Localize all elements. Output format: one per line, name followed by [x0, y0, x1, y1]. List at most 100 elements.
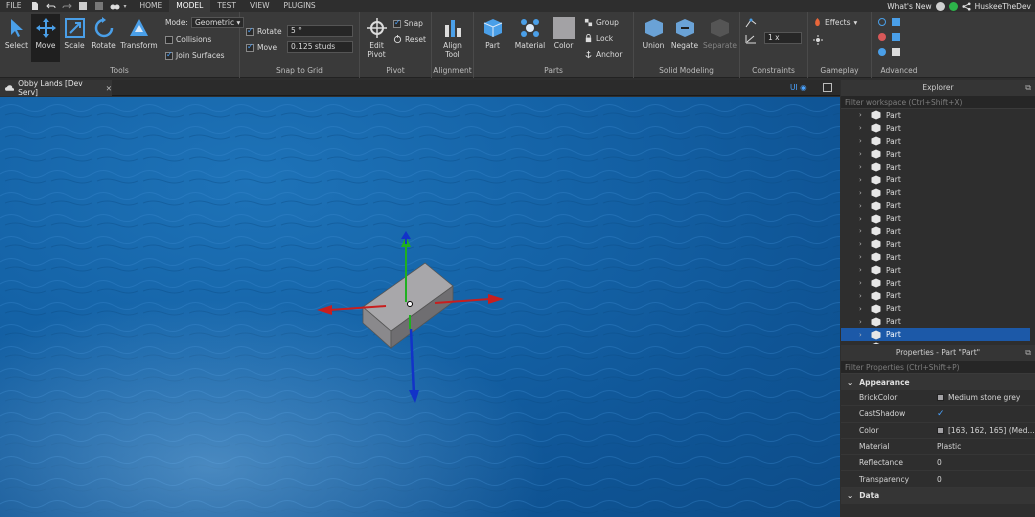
expand-chevron-icon[interactable]: › [859, 163, 867, 171]
rotate-snap-input[interactable]: 5 ° [287, 25, 353, 37]
adv-tool-icon-2[interactable] [892, 18, 900, 26]
rotate-snap-checkbox[interactable] [246, 26, 254, 36]
maximize-viewport-icon[interactable] [823, 83, 832, 92]
effects-button[interactable]: Effects ▾ [813, 18, 857, 27]
expand-chevron-icon[interactable]: › [859, 227, 867, 235]
explorer-item[interactable]: › Part [841, 173, 1035, 186]
close-tab-icon[interactable]: ✕ [106, 84, 112, 93]
expand-chevron-icon[interactable]: › [859, 176, 867, 184]
data-category[interactable]: ⌄ Data [841, 487, 1035, 504]
property-value[interactable]: Medium stone grey [937, 393, 1035, 402]
property-value[interactable]: ✓ [937, 409, 1035, 419]
checkmark-icon[interactable]: ✓ [937, 409, 945, 419]
transform-button[interactable]: Transform [120, 14, 158, 62]
property-row-brickcolor[interactable]: BrickColor Medium stone grey [841, 390, 1035, 407]
expand-chevron-icon[interactable]: › [859, 253, 867, 261]
help-icon[interactable] [935, 1, 945, 11]
explorer-item[interactable]: › Part [841, 122, 1035, 135]
group-button[interactable]: Group [584, 18, 619, 27]
property-row-material[interactable]: Material Plastic [841, 439, 1035, 456]
whats-new-link[interactable]: What's New [887, 2, 931, 11]
color-button[interactable]: Color [549, 14, 578, 62]
ui-visibility-toggle[interactable]: UI ◉ [790, 83, 807, 92]
explorer-item[interactable]: › Part [841, 199, 1035, 212]
explorer-item[interactable]: › Part [841, 315, 1035, 328]
appearance-category[interactable]: ⌄ Appearance [841, 374, 1035, 390]
expand-chevron-icon[interactable]: › [859, 111, 867, 119]
redo-icon[interactable] [62, 1, 73, 11]
tab-plugins[interactable]: PLUGINS [276, 0, 322, 12]
expand-chevron-icon[interactable]: › [859, 215, 867, 223]
expand-chevron-icon[interactable]: › [859, 279, 867, 287]
explorer-item[interactable]: › Part [841, 277, 1035, 290]
constraint-scale-input[interactable]: 1 x [764, 32, 802, 44]
explorer-item[interactable]: CornerWedge [841, 341, 1035, 344]
publish-icon[interactable] [78, 1, 88, 11]
explorer-item[interactable]: › Part [841, 289, 1035, 302]
expand-chevron-icon[interactable]: › [859, 266, 867, 274]
explorer-item[interactable]: › Part [841, 302, 1035, 315]
lock-button[interactable]: Lock [584, 34, 613, 43]
adv-tool-icon-4[interactable] [892, 33, 900, 41]
separate-button[interactable]: Separate [703, 14, 737, 62]
union-button[interactable]: Union [639, 14, 668, 62]
team-create-icon[interactable] [110, 1, 120, 11]
adv-tool-icon-5[interactable] [878, 48, 886, 56]
expand-chevron-icon[interactable]: › [859, 189, 867, 197]
negate-button[interactable]: Negate [670, 14, 699, 62]
explorer-item[interactable]: › Part [841, 264, 1035, 277]
move-snap-input[interactable]: 0.125 studs [287, 41, 353, 53]
file-menu[interactable]: FILE [0, 0, 27, 12]
move-button[interactable]: Move [31, 14, 60, 62]
part-button[interactable]: Part [478, 14, 507, 62]
property-value[interactable]: 0 [937, 475, 1035, 484]
join-surfaces-checkbox[interactable] [165, 50, 173, 60]
move-snap-checkbox[interactable] [246, 42, 254, 52]
edit-pivot-button[interactable]: Edit Pivot [362, 14, 391, 62]
explorer-item[interactable]: › Part [841, 251, 1035, 264]
constraint-joints-icon[interactable] [745, 18, 757, 28]
document-tab[interactable]: Obby Lands [Dev Serv] ✕ [0, 79, 112, 97]
adv-tool-icon-6[interactable] [892, 48, 900, 56]
expand-chevron-icon[interactable]: › [859, 292, 867, 300]
expand-chevron-icon[interactable]: › [859, 137, 867, 145]
property-value[interactable]: 0 [937, 458, 1035, 467]
expand-chevron-icon[interactable]: › [859, 240, 867, 248]
constraint-details-icon[interactable] [745, 34, 757, 44]
align-tool-button[interactable]: Align Tool [438, 14, 467, 62]
mode-dropdown[interactable]: Geometric ▾ [190, 17, 245, 28]
tab-view[interactable]: VIEW [243, 0, 277, 12]
adv-tool-icon-1[interactable] [878, 18, 886, 26]
explorer-item[interactable]: › Part [841, 225, 1035, 238]
expand-chevron-icon[interactable]: › [859, 124, 867, 132]
property-row-transparency[interactable]: Transparency 0 [841, 471, 1035, 488]
tab-home[interactable]: HOME [132, 0, 169, 12]
explorer-dock-icon[interactable]: ⧉ [1025, 80, 1031, 96]
explorer-item[interactable]: › Part [841, 328, 1030, 342]
username-label[interactable]: HuskeeTheDev [975, 2, 1031, 11]
explorer-item[interactable]: › Part [841, 238, 1035, 251]
pivot-reset-row[interactable]: Reset [393, 35, 426, 44]
tab-model[interactable]: MODEL [169, 0, 211, 12]
quick-access-dropdown-icon[interactable]: ▾ [123, 3, 126, 10]
share-icon[interactable] [962, 1, 971, 11]
explorer-filter-input[interactable]: Filter workspace (Ctrl+Shift+X) [841, 96, 1035, 109]
property-value[interactable]: [163, 162, 165] (Med... [937, 426, 1035, 435]
expand-chevron-icon[interactable]: › [859, 331, 867, 339]
anchor-button[interactable]: Anchor [584, 50, 622, 59]
explorer-item[interactable]: › Part [841, 109, 1035, 122]
properties-filter-input[interactable]: Filter Properties (Ctrl+Shift+P) [841, 361, 1035, 374]
property-row-castshadow[interactable]: CastShadow ✓ [841, 406, 1035, 423]
expand-chevron-icon[interactable]: › [859, 318, 867, 326]
sun-light-icon[interactable] [813, 35, 823, 45]
select-button[interactable]: Select [2, 14, 31, 62]
property-value[interactable]: Plastic [937, 442, 1035, 451]
explorer-item[interactable]: › Part [841, 212, 1035, 225]
explorer-item[interactable]: › Part [841, 135, 1035, 148]
collisions-checkbox[interactable] [165, 35, 173, 44]
expand-chevron-icon[interactable]: › [859, 150, 867, 158]
expand-chevron-icon[interactable]: › [859, 305, 867, 313]
material-button[interactable]: Material [514, 14, 546, 62]
tab-test[interactable]: TEST [210, 0, 243, 12]
explorer-item[interactable]: › Part [841, 186, 1035, 199]
